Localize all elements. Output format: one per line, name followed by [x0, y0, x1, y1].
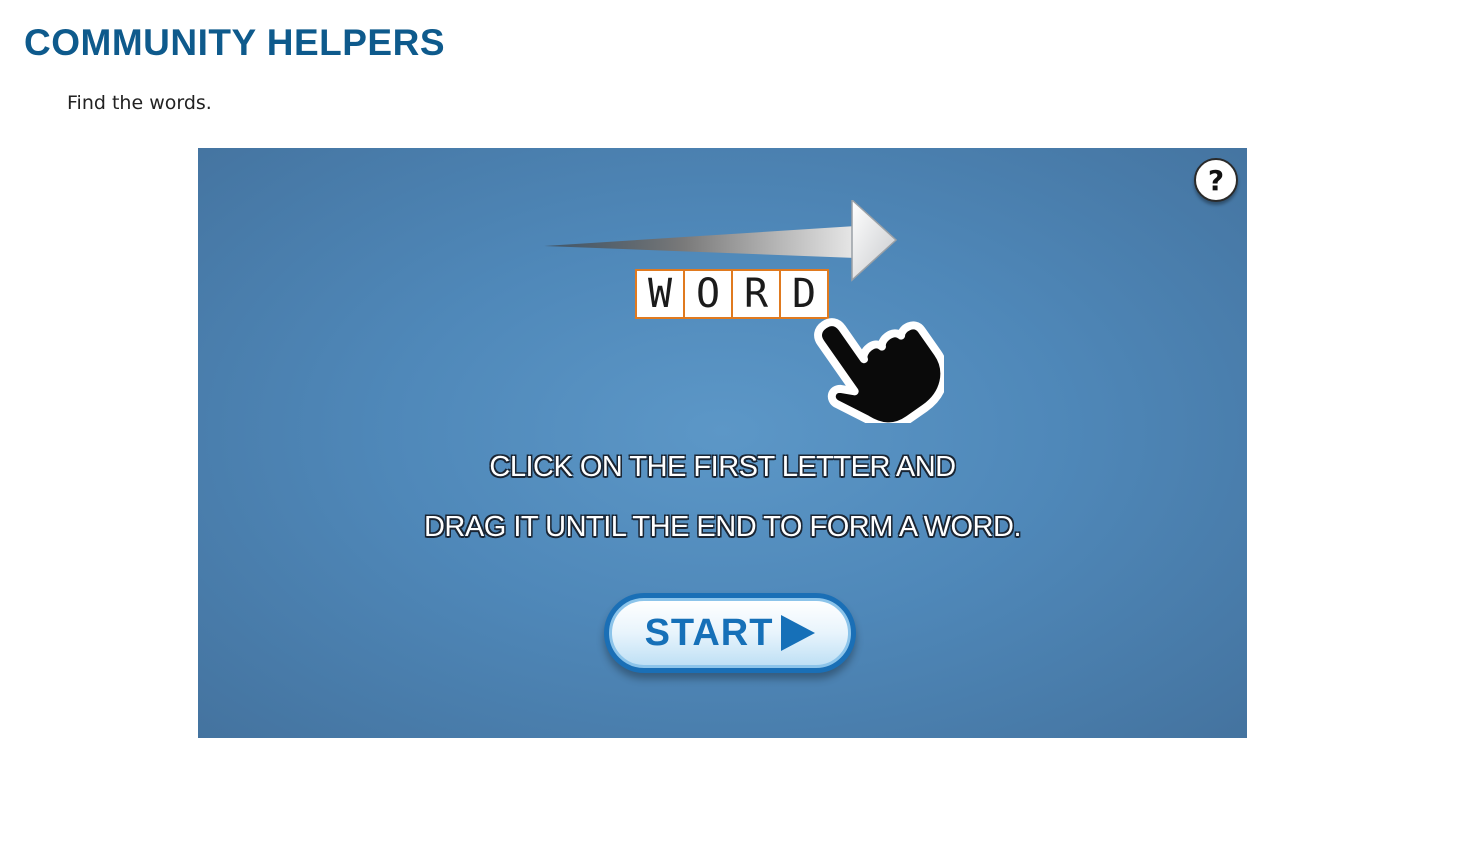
- play-triangle-icon: [781, 615, 816, 651]
- instruction-line-1: CLICK ON THE FIRST LETTER AND: [489, 451, 956, 483]
- help-icon: ?: [1207, 163, 1225, 197]
- instruction-line-2: DRAG IT UNTIL THE END TO FORM A WORD.: [423, 511, 1022, 543]
- start-button[interactable]: START: [604, 593, 856, 673]
- help-button[interactable]: ?: [1194, 158, 1238, 202]
- letter-box: W: [635, 269, 685, 319]
- start-button-face[interactable]: START: [609, 598, 851, 668]
- page-title: COMMUNITY HELPERS: [24, 22, 446, 63]
- activity-instructions: Find the words.: [67, 92, 212, 114]
- start-label: START: [644, 611, 774, 654]
- letter-box: R: [731, 269, 781, 319]
- letter-box: O: [683, 269, 733, 319]
- word-search-game-frame[interactable]: ? W O R D CLICK ON THE FIRST LETTER AND …: [198, 148, 1247, 738]
- pointing-hand-icon: [814, 318, 944, 423]
